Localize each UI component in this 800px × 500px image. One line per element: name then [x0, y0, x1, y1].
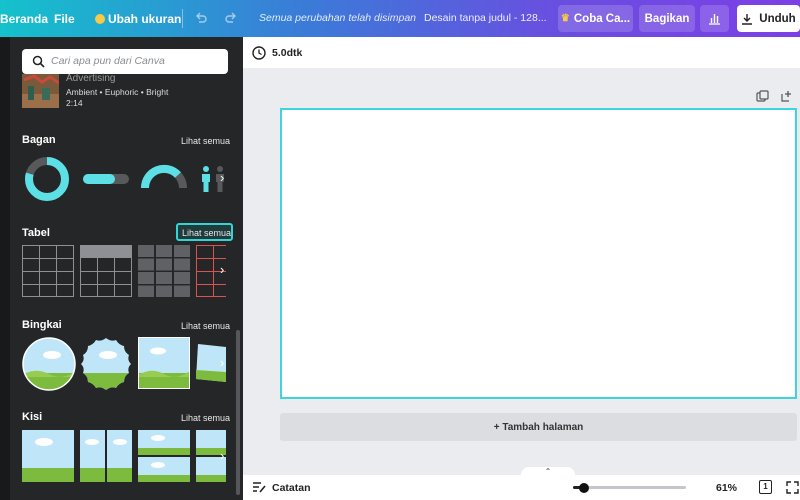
zoom-slider-thumb[interactable]: [579, 482, 589, 493]
document-title[interactable]: Desain tanpa judul - 128...: [424, 12, 547, 24]
section-title-grids: Kisi: [22, 411, 43, 423]
table-header-item[interactable]: [80, 245, 132, 297]
scalloped-frame-item[interactable]: [80, 337, 132, 391]
design-page[interactable]: [280, 108, 797, 399]
notes-icon[interactable]: [252, 481, 266, 494]
charts-next-arrow[interactable]: ›: [220, 170, 224, 185]
audio-duration: 2:14: [66, 98, 83, 108]
grids-see-all-link[interactable]: Lihat semua: [181, 413, 230, 423]
download-label: Unduh: [759, 12, 796, 25]
panel-scrollbar[interactable]: [236, 330, 240, 495]
progress-bar-item[interactable]: [83, 174, 129, 184]
tables-next-arrow[interactable]: ›: [220, 262, 224, 277]
redo-icon[interactable]: [224, 11, 238, 25]
grid-two-column-item[interactable]: [80, 430, 132, 482]
editor-toolbar: 5.0dtk: [243, 37, 800, 68]
section-title-charts: Bagan: [22, 134, 56, 146]
grid-two-row-item[interactable]: [138, 430, 190, 482]
zoom-slider-track: [573, 486, 686, 489]
frames-next-arrow[interactable]: ›: [220, 355, 224, 370]
bottom-bar: Catatan 61% 1: [243, 475, 800, 500]
search-icon: [32, 55, 45, 68]
circle-frame-item[interactable]: [22, 337, 76, 391]
zoom-level[interactable]: 61%: [716, 482, 737, 494]
page-duration[interactable]: 5.0dtk: [272, 47, 302, 59]
grid-single-item[interactable]: [22, 430, 74, 482]
people-chart-item[interactable]: [199, 165, 229, 193]
home-menu[interactable]: Beranda: [0, 12, 48, 26]
crown-icon: ♛: [560, 13, 570, 24]
donut-chart-item[interactable]: [24, 156, 70, 202]
download-button[interactable]: Unduh: [737, 5, 800, 32]
search-placeholder: Cari apa pun dari Canva: [51, 55, 165, 67]
grids-next-arrow[interactable]: ›: [220, 448, 224, 463]
notes-button[interactable]: Catatan: [272, 482, 311, 494]
gauge-chart-item[interactable]: [140, 164, 188, 190]
side-rail: [0, 37, 10, 500]
top-bar: Beranda File Ubah ukuran Semua perubahan…: [0, 0, 800, 37]
audio-thumbnail[interactable]: [22, 74, 59, 108]
save-status: Semua perubahan telah disimpan: [259, 12, 417, 24]
duplicate-page-icon[interactable]: [756, 90, 769, 103]
topbar-divider: [182, 9, 183, 28]
add-page-icon[interactable]: [780, 90, 793, 103]
zoom-slider[interactable]: [573, 482, 686, 493]
timer-icon[interactable]: [252, 46, 266, 60]
try-pro-label: Coba Ca...: [573, 12, 631, 25]
resize-button[interactable]: Ubah ukuran: [95, 12, 181, 26]
download-icon: [742, 13, 753, 25]
file-menu[interactable]: File: [54, 12, 75, 26]
insights-button[interactable]: [700, 5, 729, 32]
page-count-button[interactable]: 1: [759, 480, 772, 494]
table-blocks-item[interactable]: [138, 245, 190, 297]
tables-see-all-link[interactable]: Lihat semua: [176, 223, 233, 241]
search-input[interactable]: Cari apa pun dari Canva: [22, 49, 228, 74]
try-pro-button[interactable]: ♛ Coba Ca...: [558, 5, 633, 32]
frames-see-all-link[interactable]: Lihat semua: [181, 321, 230, 331]
audio-title: Advertising: [66, 73, 116, 84]
section-title-tables: Tabel: [22, 227, 50, 239]
add-page-button[interactable]: + Tambah halaman: [280, 413, 797, 441]
audio-tags: Ambient • Euphoric • Bright: [66, 87, 169, 97]
crown-icon: [95, 14, 105, 24]
resize-label: Ubah ukuran: [108, 12, 182, 26]
bar-chart-icon: [709, 14, 720, 25]
share-button[interactable]: Bagikan: [639, 5, 695, 32]
page-count: 1: [763, 482, 768, 491]
fullscreen-icon[interactable]: [786, 481, 799, 494]
section-title-frames: Bingkai: [22, 319, 62, 331]
square-frame-item[interactable]: [138, 337, 190, 389]
undo-icon[interactable]: [194, 11, 208, 25]
table-grid-item[interactable]: [22, 245, 74, 297]
charts-see-all-link[interactable]: Lihat semua: [181, 136, 230, 146]
